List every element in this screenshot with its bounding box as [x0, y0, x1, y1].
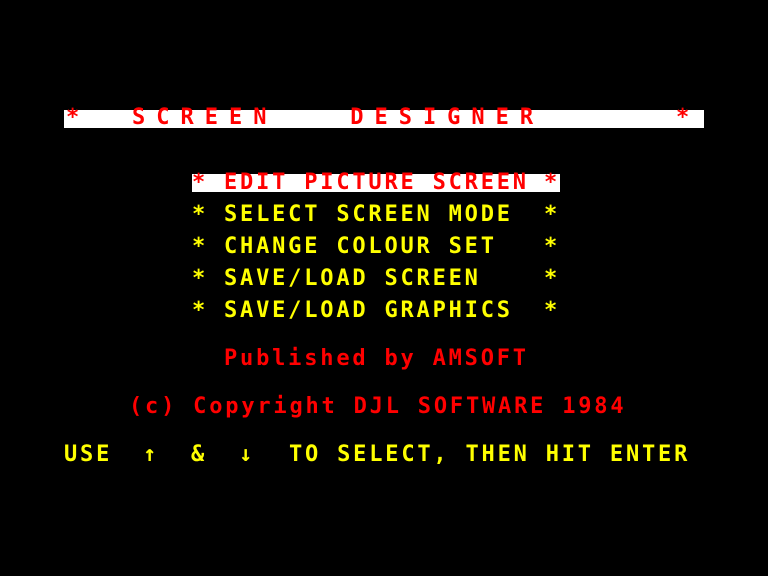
up-arrow-icon: ↑ — [143, 442, 160, 467]
down-arrow-icon: ↓ — [239, 442, 256, 467]
copyright-text: (c) Copyright DJL SOFTWARE 1984 — [129, 394, 627, 419]
title-star-left-icon: * — [66, 105, 83, 130]
app-title: SCREEN DESIGNER — [132, 105, 545, 130]
star-icon: * — [192, 234, 209, 259]
star-icon: * — [543, 234, 560, 259]
star-icon: * — [192, 170, 209, 195]
menu-item-change-colour-set[interactable]: * CHANGE COLOUR SET * — [192, 234, 560, 259]
star-icon: * — [192, 266, 209, 291]
star-icon: * — [543, 298, 560, 323]
publisher-text: Published by AMSOFT — [224, 346, 529, 371]
menu-item-label: CHANGE COLOUR SET — [224, 234, 497, 259]
menu-item-select-screen-mode[interactable]: * SELECT SCREEN MODE * — [192, 202, 560, 227]
menu-item-label: SELECT SCREEN MODE — [224, 202, 513, 227]
star-icon: * — [192, 298, 209, 323]
star-icon: * — [543, 266, 560, 291]
instruction-use: USE — [64, 442, 113, 467]
instruction-text: TO SELECT, THEN HIT ENTER — [289, 442, 691, 467]
menu-item-save-load-screen[interactable]: * SAVE/LOAD SCREEN * — [192, 266, 560, 291]
title-star-right-icon: * — [676, 105, 693, 130]
menu-item-label: EDIT PICTURE SCREEN — [224, 170, 529, 195]
star-icon: * — [543, 170, 560, 195]
menu-item-label: SAVE/LOAD SCREEN — [224, 266, 481, 291]
menu-item-save-load-graphics[interactable]: * SAVE/LOAD GRAPHICS * — [192, 298, 560, 323]
menu-item-label: SAVE/LOAD GRAPHICS — [224, 298, 513, 323]
star-icon: * — [192, 202, 209, 227]
instruction-ampersand: & — [191, 442, 208, 467]
menu-item-edit-picture-screen[interactable]: * EDIT PICTURE SCREEN * — [192, 170, 560, 195]
star-icon: * — [543, 202, 560, 227]
